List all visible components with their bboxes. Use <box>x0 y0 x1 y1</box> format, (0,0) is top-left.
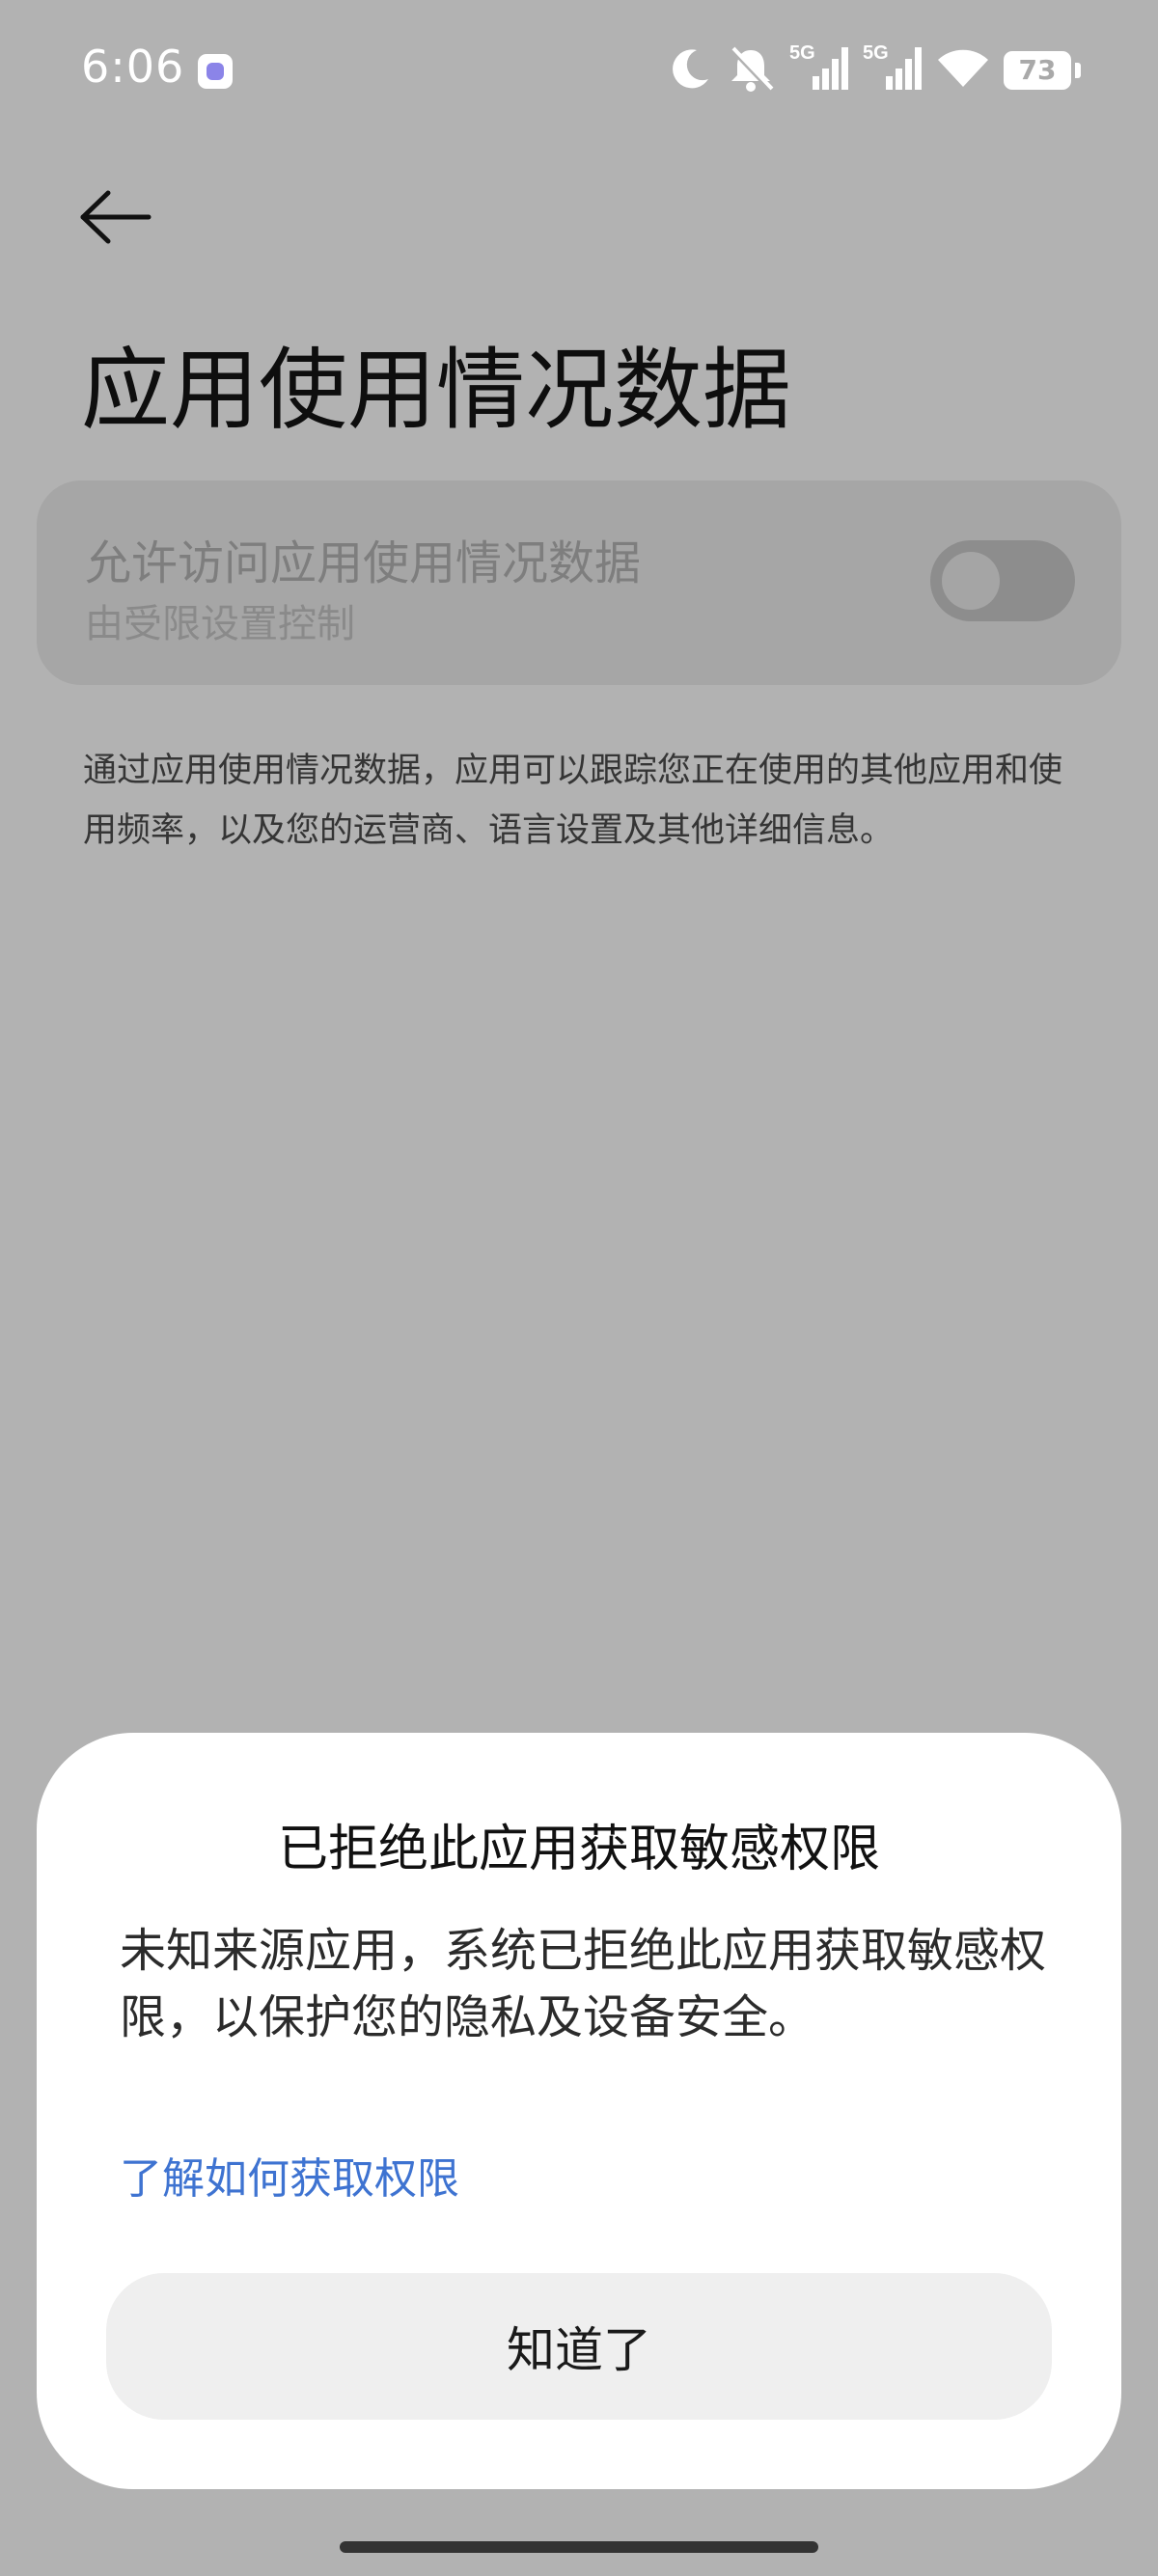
network-label: 5G <box>789 42 815 64</box>
dialog-message: 未知来源应用，系统已拒绝此应用获取敏感权限，以保护您的隐私及设备安全。 <box>120 1924 1047 2044</box>
page-title: 应用使用情况数据 <box>81 339 792 442</box>
network-label: 5G <box>863 42 889 64</box>
toggle-knob <box>942 552 1000 610</box>
status-icons: 5G 5G 73 <box>668 37 1081 104</box>
signal-icon: 5G <box>789 41 849 99</box>
got-it-button[interactable]: 知道了 <box>106 2273 1052 2420</box>
battery-icon: 73 <box>1004 51 1071 90</box>
permission-denied-dialog: 已拒绝此应用获取敏感权限 未知来源应用，系统已拒绝此应用获取敏感权限，以保护您的… <box>37 1733 1121 2489</box>
description-text: 通过应用使用情况数据，应用可以跟踪您正在使用的其他应用和使用频率，以及您的运营商… <box>83 752 1063 850</box>
learn-permission-link[interactable]: 了解如何获取权限 <box>120 2144 459 2206</box>
usage-access-toggle[interactable] <box>930 540 1075 621</box>
usage-access-setting[interactable]: 允许访问应用使用情况数据 由受限设置控制 <box>37 480 1121 685</box>
arrow-left-icon <box>80 190 152 244</box>
battery-level: 73 <box>1018 54 1057 86</box>
status-bar: 6:06 5G 5G 73 <box>0 0 1158 140</box>
bell-off-icon <box>726 44 776 96</box>
dialog-title: 已拒绝此应用获取敏感权限 <box>277 1821 880 1878</box>
app-notification-icon <box>198 54 233 89</box>
moon-icon <box>668 46 712 95</box>
battery-tip <box>1075 63 1081 78</box>
signal-icon: 5G <box>863 41 923 99</box>
wifi-icon <box>936 46 990 95</box>
setting-subtitle: 由受限设置控制 <box>85 602 355 646</box>
setting-title: 允许访问应用使用情况数据 <box>85 536 642 590</box>
home-indicator[interactable] <box>340 2541 818 2553</box>
back-button[interactable] <box>75 183 162 251</box>
status-time: 6:06 <box>81 41 185 93</box>
